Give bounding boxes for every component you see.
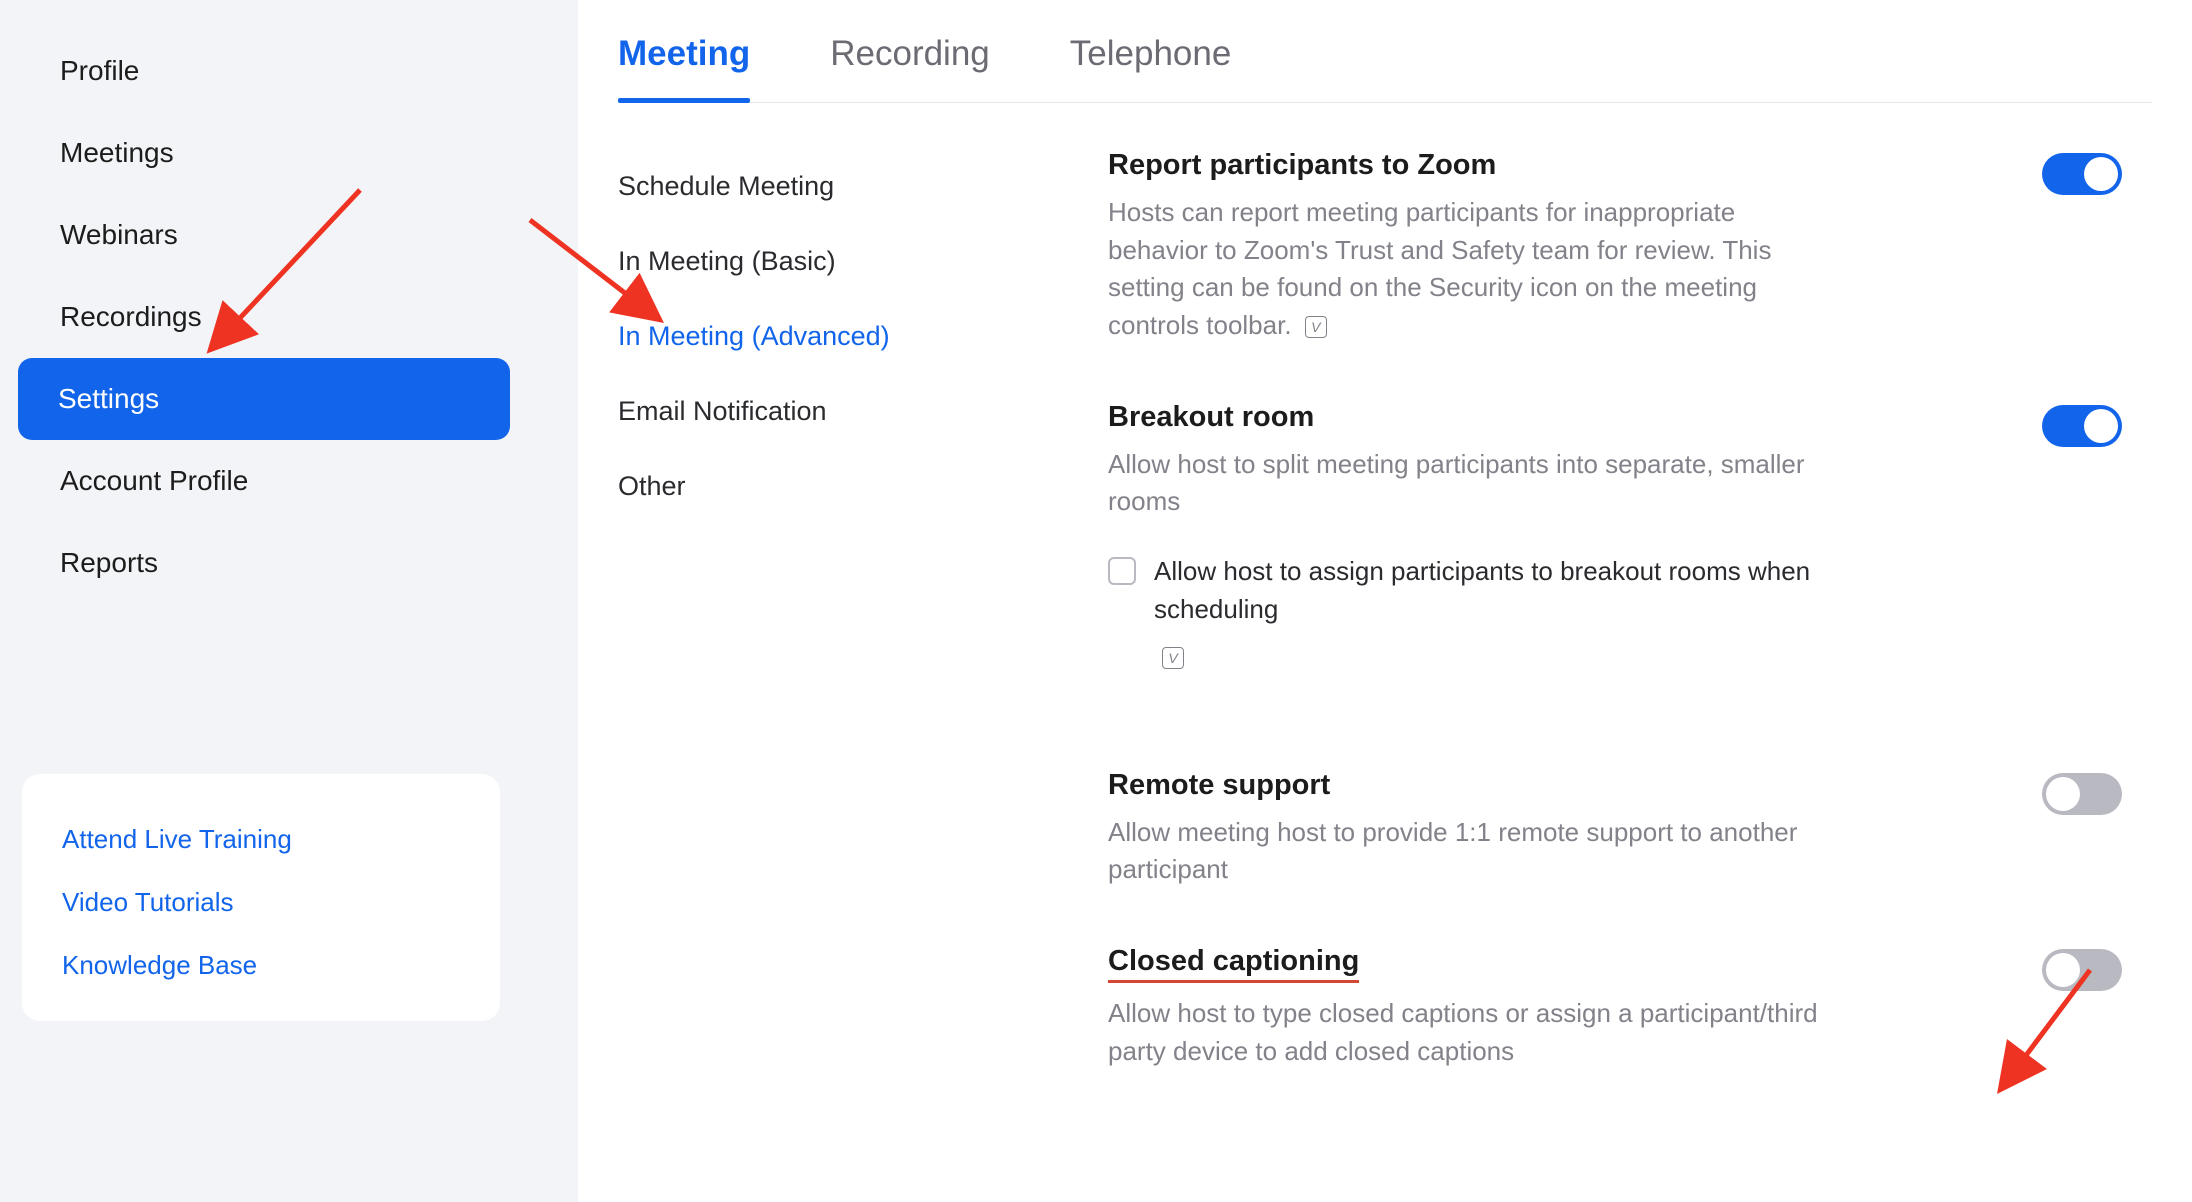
checkbox-breakout-assign[interactable]	[1108, 557, 1136, 585]
setting-caption-desc: Allow host to type closed captions or as…	[1108, 995, 1828, 1070]
sidebar-item-reports[interactable]: Reports	[20, 522, 558, 604]
settings-column: Report participants to Zoom Hosts can re…	[1108, 149, 2152, 1070]
sidebar-item-settings[interactable]: Settings	[18, 358, 510, 440]
setting-breakout: Breakout room Allow host to split meetin…	[1108, 401, 2122, 669]
sidebar-item-recordings[interactable]: Recordings	[20, 276, 558, 358]
tab-recording[interactable]: Recording	[830, 18, 990, 102]
sidebar-item-account-profile[interactable]: Account Profile	[20, 440, 558, 522]
setting-report-desc: Hosts can report meeting participants fo…	[1108, 194, 1828, 345]
help-link-knowledge[interactable]: Knowledge Base	[62, 934, 460, 997]
setting-remote-desc: Allow meeting host to provide 1:1 remote…	[1108, 814, 1828, 889]
setting-breakout-desc: Allow host to split meeting participants…	[1108, 446, 1828, 521]
subnav-other[interactable]: Other	[618, 449, 1108, 524]
tab-telephone[interactable]: Telephone	[1070, 18, 1232, 102]
checkbox-breakout-assign-label: Allow host to assign participants to bre…	[1154, 553, 1868, 628]
toggle-remote[interactable]	[2042, 773, 2122, 815]
setting-caption: Closed captioning Allow host to type clo…	[1108, 945, 2122, 1070]
subnav-in-meeting-basic[interactable]: In Meeting (Basic)	[618, 224, 1108, 299]
setting-caption-title: Closed captioning	[1108, 945, 2002, 983]
toggle-breakout[interactable]	[2042, 405, 2122, 447]
sidebar-item-webinars[interactable]: Webinars	[20, 194, 558, 276]
toggle-report[interactable]	[2042, 153, 2122, 195]
subnav-in-meeting-advanced[interactable]: In Meeting (Advanced)	[618, 299, 1108, 374]
subnav-schedule-meeting[interactable]: Schedule Meeting	[618, 149, 1108, 224]
help-link-training[interactable]: Attend Live Training	[62, 808, 460, 871]
tab-meeting[interactable]: Meeting	[618, 18, 750, 102]
help-link-tutorials[interactable]: Video Tutorials	[62, 871, 460, 934]
setting-remote: Remote support Allow meeting host to pro…	[1108, 769, 2122, 889]
tabs: Meeting Recording Telephone	[618, 0, 2152, 103]
help-card: Attend Live Training Video Tutorials Kno…	[22, 774, 500, 1021]
version-badge-icon: V	[1305, 316, 1327, 338]
breakout-checkbox-row: Allow host to assign participants to bre…	[1108, 553, 1868, 628]
sidebar-item-profile[interactable]: Profile	[20, 30, 558, 112]
setting-report-title: Report participants to Zoom	[1108, 149, 2002, 182]
sidebar-item-meetings[interactable]: Meetings	[20, 112, 558, 194]
subnav: Schedule Meeting In Meeting (Basic) In M…	[618, 149, 1108, 1070]
setting-report: Report participants to Zoom Hosts can re…	[1108, 149, 2122, 345]
subnav-email-notification[interactable]: Email Notification	[618, 374, 1108, 449]
toggle-caption[interactable]	[2042, 949, 2122, 991]
main: Meeting Recording Telephone Schedule Mee…	[578, 0, 2192, 1202]
setting-breakout-title: Breakout room	[1108, 401, 2002, 434]
setting-remote-title: Remote support	[1108, 769, 2002, 802]
sidebar: Profile Meetings Webinars Recordings Set…	[0, 0, 578, 1202]
content: Schedule Meeting In Meeting (Basic) In M…	[618, 103, 2152, 1070]
version-badge-icon: V	[1162, 647, 1184, 669]
